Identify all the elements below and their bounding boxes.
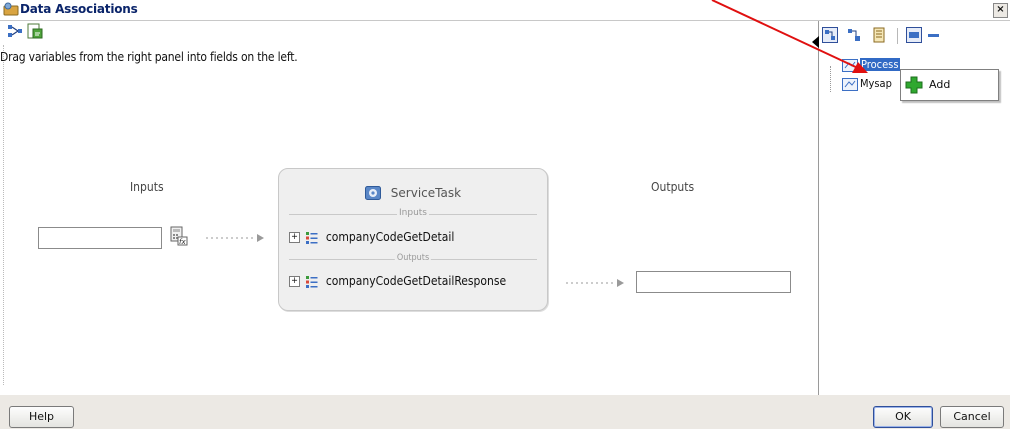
auto-map-icon[interactable]	[7, 23, 23, 39]
green-plus-icon	[905, 76, 923, 94]
instruction-text: Drag variables from the right panel into…	[0, 50, 298, 64]
outputs-separator-row: Outputs	[289, 253, 537, 271]
expand-icon[interactable]: +	[289, 232, 300, 243]
element-list-icon	[306, 231, 318, 244]
service-task-title: ServiceTask	[279, 185, 547, 200]
panel-divider-left	[3, 45, 5, 385]
service-output-item[interactable]: + companyCodeGetDetailResponse	[289, 274, 506, 292]
input-item-label: companyCodeGetDetail	[325, 230, 455, 244]
dialog-footer: Help OK Cancel	[0, 395, 1010, 429]
output-flow-arrow	[566, 279, 624, 287]
close-button[interactable]: ×	[993, 3, 1008, 18]
data-associations-icon	[3, 2, 19, 16]
cancel-button[interactable]: Cancel	[940, 406, 1004, 428]
element-list-icon	[306, 275, 318, 288]
expand-all-icon[interactable]	[906, 27, 922, 43]
window-title: Data Associations	[20, 2, 138, 16]
expression-builder-icon[interactable]: fx	[170, 226, 188, 246]
context-menu: Add	[900, 69, 999, 101]
service-task-name: ServiceTask	[390, 185, 462, 200]
service-input-item[interactable]: + companyCodeGetDetail	[289, 230, 454, 248]
show-variables-icon[interactable]	[822, 27, 838, 43]
process-variable-icon	[842, 77, 858, 91]
inputs-label: Inputs	[130, 180, 164, 194]
inputs-section-label: Inputs	[397, 208, 429, 218]
tree-guide	[830, 66, 832, 92]
ok-button[interactable]: OK	[873, 406, 933, 428]
collapse-all-icon[interactable]	[926, 27, 942, 43]
tree-item-mysap[interactable]: Mysap	[842, 77, 892, 93]
variable-type-icon[interactable]	[846, 27, 862, 43]
svg-text:fx: fx	[179, 238, 186, 246]
outputs-label: Outputs	[651, 180, 695, 194]
service-task-box: ServiceTask Inputs + companyCodeGetDetai…	[278, 168, 548, 311]
inputs-separator: Inputs	[289, 208, 537, 220]
tree-item-label: Mysap	[860, 77, 892, 90]
input-flow-arrow	[206, 234, 264, 242]
outputs-section-label: Outputs	[394, 253, 432, 263]
context-menu-add[interactable]: Add	[905, 76, 950, 94]
tree-item-process[interactable]: Process	[842, 58, 900, 74]
output-variable-field[interactable]	[636, 271, 791, 293]
help-button[interactable]: Help	[9, 406, 74, 428]
collapse-arrow-icon[interactable]	[812, 36, 820, 48]
title-bar: Data Associations ×	[0, 0, 1010, 21]
expand-icon[interactable]: +	[289, 276, 300, 287]
process-variable-icon	[842, 58, 858, 72]
gear-icon	[364, 185, 381, 200]
document-list-icon[interactable]	[871, 27, 887, 43]
input-variable-field[interactable]	[38, 227, 162, 249]
add-label: Add	[929, 78, 951, 91]
output-item-label: companyCodeGetDetailResponse	[325, 274, 507, 288]
toolbar-separator	[897, 28, 898, 44]
tree-item-label: Process	[860, 58, 900, 71]
expression-icon[interactable]	[27, 23, 43, 39]
